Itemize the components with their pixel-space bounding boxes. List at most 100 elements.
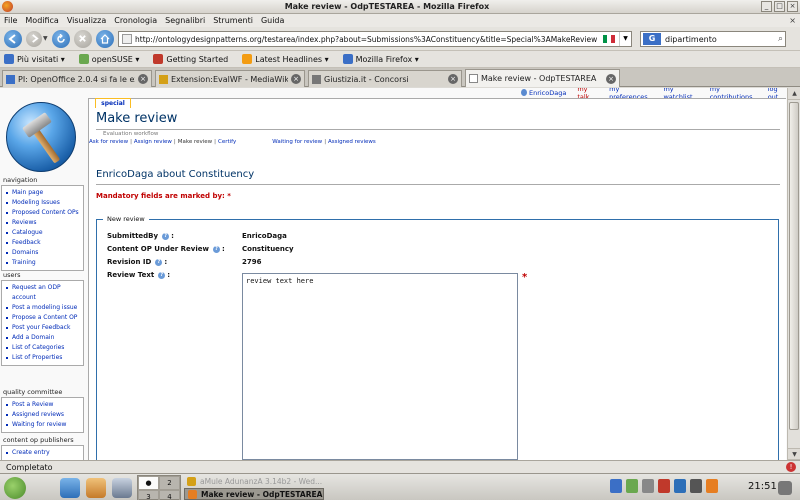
- workspace-2[interactable]: 2: [159, 476, 180, 490]
- sidebar-item-request-account[interactable]: Request an ODP account: [6, 283, 81, 303]
- minimize-button[interactable]: _: [761, 1, 772, 12]
- help-icon[interactable]: ?: [158, 271, 166, 279]
- bookmark-opensuse[interactable]: openSUSE ▾: [78, 54, 139, 64]
- sidebar-item-feedback[interactable]: Feedback: [6, 238, 81, 248]
- close-tab-icon[interactable]: ×: [789, 16, 796, 25]
- clock[interactable]: 21:51: [748, 481, 777, 492]
- update-icon[interactable]: [626, 479, 638, 493]
- home-folder-icon[interactable]: [86, 478, 106, 498]
- link-waiting-for-review[interactable]: Waiting for review: [272, 139, 322, 145]
- sidebar-item-domains[interactable]: Domains: [6, 248, 81, 258]
- status-bar: Completato !: [0, 460, 800, 473]
- vertical-scrollbar[interactable]: ▲ ▼: [787, 88, 800, 460]
- sidebar-item-assigned-reviews[interactable]: Assigned reviews: [6, 410, 81, 420]
- sidebar-item-list-categories[interactable]: List of Categories: [6, 343, 81, 353]
- bookmark-mozilla-firefox[interactable]: Mozilla Firefox ▾: [342, 54, 419, 64]
- help-icon[interactable]: ?: [212, 245, 220, 253]
- scroll-up-icon[interactable]: ▲: [788, 88, 800, 100]
- link-assigned-reviews[interactable]: Assigned reviews: [328, 139, 376, 145]
- sidebar-item-post-review[interactable]: Post a Review: [6, 400, 81, 410]
- network-icon[interactable]: [610, 479, 622, 493]
- maximize-button[interactable]: □: [774, 1, 785, 12]
- tab-evalwf[interactable]: Extension:EvalWF - MediaWiki ×: [155, 70, 305, 87]
- menu-file[interactable]: File: [4, 16, 17, 25]
- search-box[interactable]: G dipartimento ⌕: [640, 31, 786, 47]
- scroll-thumb[interactable]: [789, 102, 799, 430]
- url-text[interactable]: http://ontologydesignpatterns.org/testar…: [135, 35, 603, 44]
- task-firefox[interactable]: Make review - OdpTESTAREA: [184, 488, 324, 500]
- close-window-button[interactable]: ×: [787, 1, 798, 12]
- site-logo[interactable]: [6, 102, 76, 172]
- back-button[interactable]: [4, 29, 22, 48]
- sidebar-item-post-feedback[interactable]: Post your Feedback: [6, 323, 81, 333]
- sidebar-item-catalogue[interactable]: Catalogue: [6, 228, 81, 238]
- tab-giustizia[interactable]: Giustizia.it - Concorsi ×: [308, 70, 462, 87]
- workspace-4[interactable]: 4: [159, 490, 180, 500]
- menu-segnalibri[interactable]: Segnalibri: [165, 16, 205, 25]
- flag-stripe-red: [611, 35, 615, 43]
- adblock-icon[interactable]: !: [786, 462, 796, 472]
- menu-guida[interactable]: Guida: [261, 16, 284, 25]
- show-desktop-icon[interactable]: [778, 481, 792, 495]
- bookmark-latest-headlines[interactable]: Latest Headlines ▾: [242, 54, 329, 64]
- tab-openoffice[interactable]: PI: OpenOffice 2.0.4 si fa le exten... ×: [2, 70, 152, 87]
- sidebar-item-proposed-content-ops[interactable]: Proposed Content OPs: [6, 208, 81, 218]
- sidebar-item-list-properties[interactable]: List of Properties: [6, 353, 81, 363]
- sidebar-item-waiting-review[interactable]: Waiting for review: [6, 420, 81, 430]
- personal-links: EnricoDaga my talk my preferences my wat…: [510, 88, 787, 101]
- task-amule[interactable]: aMule AdunanzA 3.14b2 - Wed...: [184, 475, 324, 487]
- sidebar-item-main-page[interactable]: Main page: [6, 188, 81, 198]
- firefox-icon[interactable]: [2, 1, 13, 12]
- menu-visualizza[interactable]: Visualizza: [67, 16, 106, 25]
- review-text-input[interactable]: review text here: [242, 273, 518, 460]
- bookmark-most-visited[interactable]: Più visitati ▾: [4, 54, 65, 64]
- tab-close-icon[interactable]: ×: [606, 73, 616, 84]
- link-assign-review[interactable]: Assign review: [134, 139, 172, 145]
- scroll-down-icon[interactable]: ▼: [788, 448, 800, 460]
- sidebar-item-reviews[interactable]: Reviews: [6, 218, 81, 228]
- url-dropdown-icon[interactable]: ▼: [619, 32, 631, 46]
- help-icon[interactable]: ?: [155, 258, 163, 266]
- file-manager-icon[interactable]: [112, 478, 132, 498]
- forward-button[interactable]: [26, 30, 42, 47]
- workspace-3[interactable]: 3: [138, 490, 159, 500]
- url-bar[interactable]: http://ontologydesignpatterns.org/testar…: [118, 31, 632, 47]
- power-icon[interactable]: [658, 479, 670, 493]
- reload-button[interactable]: [51, 29, 70, 48]
- google-engine-icon[interactable]: G: [643, 33, 661, 45]
- help-icon[interactable]: ?: [162, 232, 170, 240]
- workspace-pager[interactable]: ● 2 3 4: [137, 475, 181, 500]
- desktop-icon[interactable]: [60, 478, 80, 498]
- link-user[interactable]: EnricoDaga: [529, 89, 566, 97]
- content-op-label: Content OP Under Review ? :: [107, 245, 225, 253]
- sidebar-item-modeling-issues[interactable]: Modeling Issues: [6, 198, 81, 208]
- bookmark-getting-started[interactable]: Getting Started: [153, 54, 228, 64]
- field-label: Review Text: [107, 271, 155, 279]
- tab-make-review[interactable]: Make review - OdpTESTAREA ×: [465, 69, 620, 87]
- tab-close-icon[interactable]: ×: [291, 74, 301, 84]
- tab-close-icon[interactable]: ×: [448, 74, 458, 84]
- volume-icon[interactable]: [690, 479, 702, 493]
- menu-strumenti[interactable]: Strumenti: [213, 16, 253, 25]
- tab-special[interactable]: special: [95, 98, 131, 108]
- home-button[interactable]: [95, 29, 114, 48]
- menu-cronologia[interactable]: Cronologia: [114, 16, 157, 25]
- menu-modifica[interactable]: Modifica: [25, 16, 58, 25]
- link-ask-for-review[interactable]: Ask for review: [89, 139, 128, 145]
- sidebar-item-propose-content-op[interactable]: Propose a Content OP: [6, 313, 81, 323]
- sidebar-item-create-entry[interactable]: Create entry: [6, 448, 81, 458]
- search-icon[interactable]: ⌕: [778, 34, 783, 44]
- sidebar-item-add-domain[interactable]: Add a Domain: [6, 333, 81, 343]
- link-certify[interactable]: Certify: [218, 139, 236, 145]
- sidebar-item-post-modeling-issue[interactable]: Post a modeling issue: [6, 303, 81, 313]
- workspace-1[interactable]: ●: [138, 476, 159, 490]
- keyboard-icon[interactable]: [706, 479, 718, 493]
- tab-close-icon[interactable]: ×: [138, 74, 148, 84]
- search-input[interactable]: dipartimento: [665, 35, 717, 44]
- stop-button[interactable]: [73, 29, 92, 48]
- suse-menu-icon[interactable]: [4, 477, 26, 499]
- printer-icon[interactable]: [642, 479, 654, 493]
- sidebar-item-training[interactable]: Training: [6, 258, 81, 268]
- bluetooth-icon[interactable]: [674, 479, 686, 493]
- history-dropdown-icon[interactable]: ▼: [43, 35, 48, 42]
